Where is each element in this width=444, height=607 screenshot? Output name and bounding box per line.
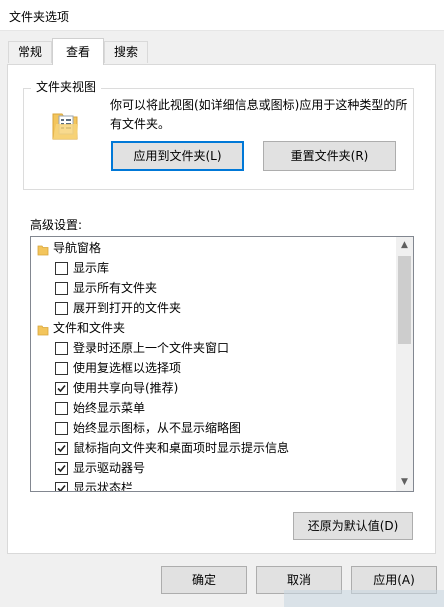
category-label: 导航窗格 (53, 241, 102, 255)
advanced-settings-label: 高级设置: (30, 218, 83, 232)
folder-icon (37, 322, 49, 342)
tab-view[interactable]: 查看 (52, 38, 104, 65)
option-label: 显示库 (73, 261, 110, 275)
option-label: 鼠标指向文件夹和桌面项时显示提示信息 (73, 441, 290, 455)
option-label: 始终显示菜单 (73, 401, 146, 415)
checkbox[interactable] (55, 342, 68, 355)
tab-general[interactable]: 常规 (8, 41, 52, 63)
checkbox[interactable] (55, 462, 68, 475)
checkbox[interactable] (55, 482, 68, 491)
checkbox[interactable] (55, 402, 68, 415)
checkbox[interactable] (55, 282, 68, 295)
scrollbar-thumb[interactable] (398, 256, 411, 344)
category-label: 文件和文件夹 (53, 321, 126, 335)
option-label: 使用共享向导(推荐) (73, 381, 179, 395)
option-label: 使用复选框以选择项 (73, 361, 182, 375)
scroll-up-arrow-icon[interactable]: ▲ (396, 237, 413, 254)
option-label: 登录时还原上一个文件夹窗口 (73, 341, 230, 355)
option-label: 显示驱动器号 (73, 461, 146, 475)
checkbox[interactable] (55, 442, 68, 455)
option-label: 展开到打开的文件夹 (73, 301, 182, 315)
checkbox[interactable] (55, 362, 68, 375)
folder-views-legend: 文件夹视图 (31, 78, 102, 95)
checkbox[interactable] (55, 422, 68, 435)
checkmark-icon (57, 464, 66, 473)
option-label: 显示状态栏 (73, 481, 134, 492)
apply-to-folders-button[interactable]: 应用到文件夹(L) (111, 141, 244, 171)
checkmark-icon (57, 444, 66, 453)
checkmark-icon (57, 484, 66, 491)
watermark-overlay (284, 590, 444, 607)
tab-search[interactable]: 搜索 (104, 41, 148, 63)
window-title: 文件夹选项 (9, 10, 70, 24)
folder-views-description: 你可以将此视图(如详细信息或图标)应用于这种类型的所有文件夹。 (110, 98, 408, 131)
checkbox[interactable] (55, 262, 68, 275)
title-bar: 文件夹选项 (0, 0, 444, 31)
scroll-down-arrow-icon[interactable]: ▼ (396, 474, 413, 491)
checkbox[interactable] (55, 302, 68, 315)
option-label: 始终显示图标，从不显示缩略图 (73, 421, 242, 435)
folder-document-icon (50, 110, 80, 142)
advanced-settings-tree[interactable]: 导航窗格显示库显示所有文件夹展开到打开的文件夹文件和文件夹登录时还原上一个文件夹… (30, 236, 414, 492)
restore-defaults-button[interactable]: 还原为默认值(D) (293, 512, 413, 540)
vertical-scrollbar[interactable]: ▲ ▼ (396, 237, 413, 491)
reset-folders-button[interactable]: 重置文件夹(R) (263, 141, 396, 171)
option-label: 显示所有文件夹 (73, 281, 158, 295)
checkmark-icon (57, 384, 66, 393)
tab-strip: 常规 查看 搜索 (0, 31, 444, 65)
folder-icon (37, 242, 49, 262)
ok-button[interactable]: 确定 (161, 566, 247, 594)
checkbox[interactable] (55, 382, 68, 395)
